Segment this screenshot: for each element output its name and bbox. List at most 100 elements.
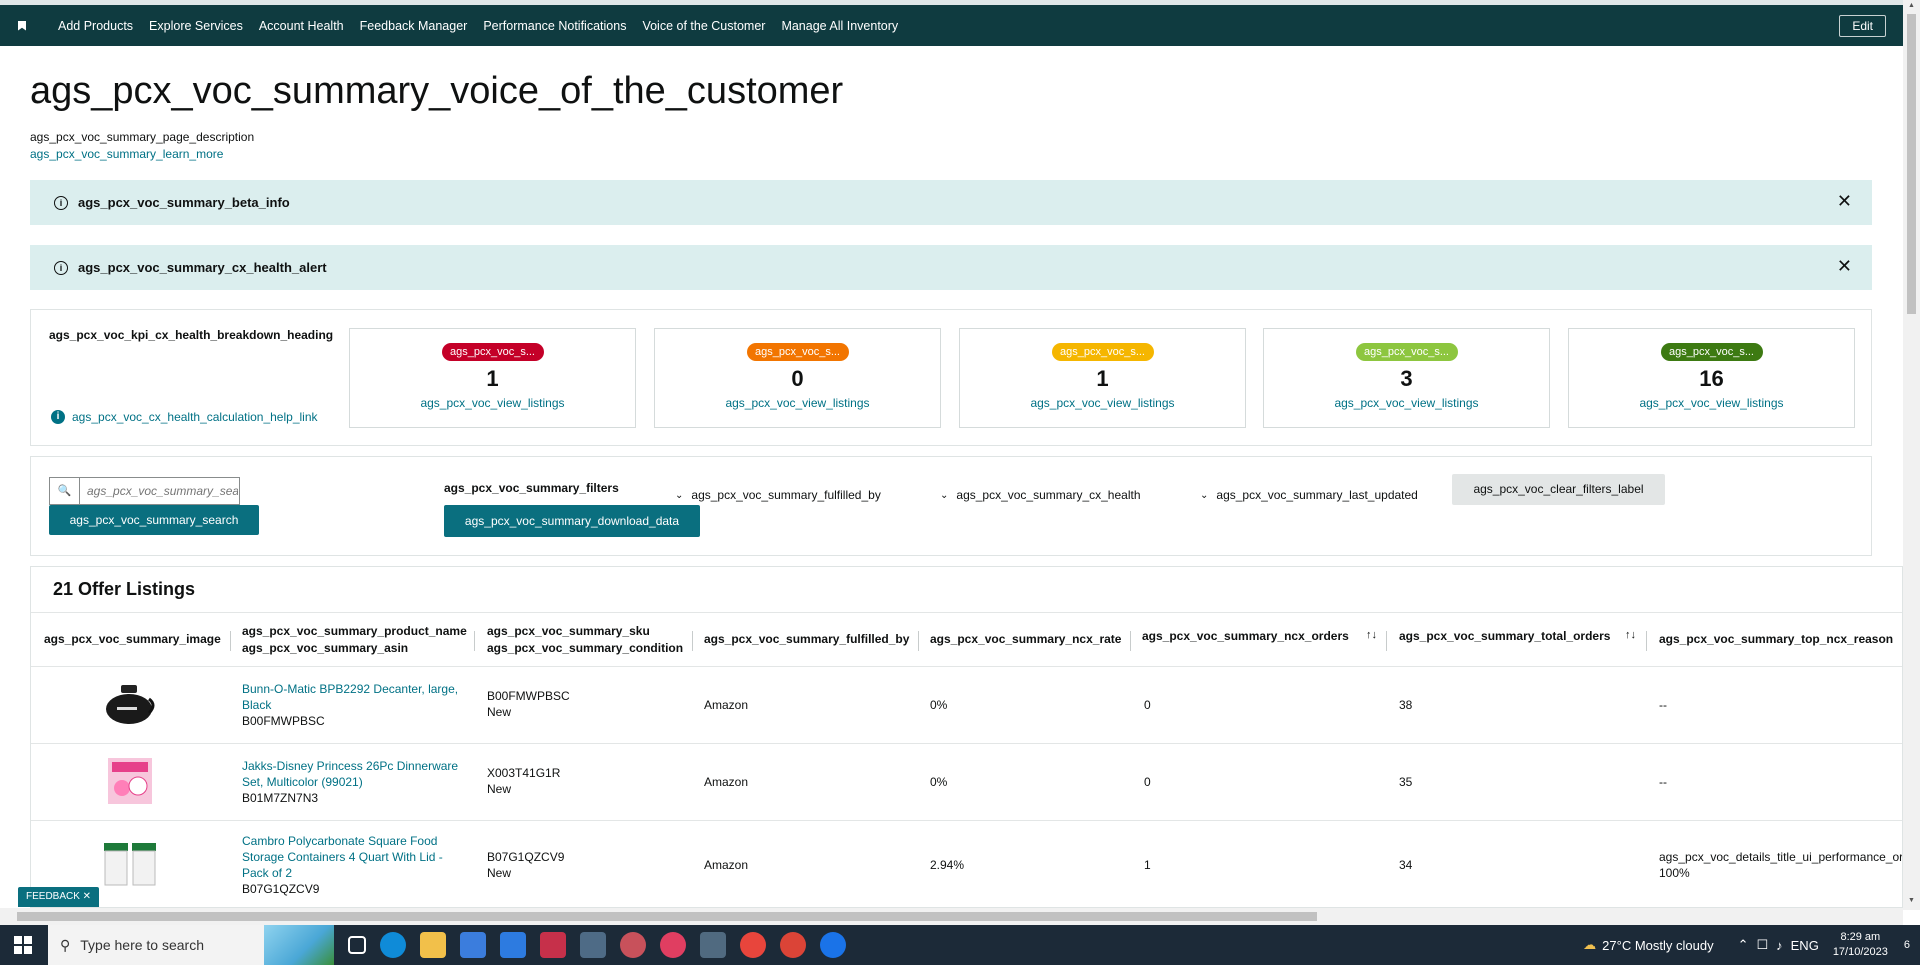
sort-icon[interactable]: ↑↓ — [1366, 629, 1377, 641]
view-listings-link[interactable]: ags_pcx_voc_view_listings — [1264, 396, 1549, 410]
filters-label: ags_pcx_voc_summary_filters — [444, 481, 619, 495]
header-ncx-orders[interactable]: ags_pcx_voc_summary_ncx_orders — [1142, 628, 1349, 645]
info-icon: i — [54, 195, 68, 210]
status-badge: ags_pcx_voc_s... — [441, 343, 544, 361]
header-fulfilled-by: ags_pcx_voc_summary_fulfilled_by — [704, 632, 910, 646]
top-reason-value: ags_pcx_voc_details_title_ui_performance… — [1659, 850, 1903, 864]
scroll-down-icon[interactable]: ▼ — [1908, 897, 1915, 904]
search-input[interactable] — [80, 478, 238, 504]
app-icon[interactable] — [540, 932, 566, 958]
chrome-icon[interactable] — [780, 932, 806, 958]
nav-add-products[interactable]: Add Products — [58, 19, 133, 33]
close-icon[interactable]: ✕ — [1837, 192, 1852, 210]
scroll-thumb[interactable] — [17, 912, 1317, 921]
nav-feedback-manager[interactable]: Feedback Manager — [360, 19, 468, 33]
condition-value: New — [487, 705, 512, 719]
clear-filters-button[interactable]: ags_pcx_voc_clear_filters_label — [1452, 474, 1665, 505]
horizontal-scrollbar[interactable] — [0, 908, 1903, 925]
network-icon[interactable]: ☐ — [1756, 937, 1768, 953]
learn-more-link[interactable]: ags_pcx_voc_summary_learn_more — [30, 147, 223, 161]
nav-manage-inventory[interactable]: Manage All Inventory — [781, 19, 898, 33]
header-ncx-rate: ags_pcx_voc_summary_ncx_rate — [930, 632, 1122, 646]
product-name-link[interactable]: Cambro Polycarbonate Square Food — [242, 833, 443, 849]
language-indicator[interactable]: ENG — [1791, 938, 1819, 953]
sort-icon[interactable]: ↑↓ — [1625, 629, 1636, 641]
header-total-orders[interactable]: ags_pcx_voc_summary_total_orders — [1399, 628, 1610, 645]
volume-icon[interactable]: ♪ — [1776, 938, 1783, 953]
header-sku: ags_pcx_voc_summary_sku ags_pcx_voc_summ… — [487, 623, 683, 657]
product-name-link-cont[interactable]: Black — [242, 697, 458, 713]
product-name-link[interactable]: Bunn-O-Matic BPB2292 Decanter, large, — [242, 681, 458, 697]
chrome-icon[interactable] — [740, 932, 766, 958]
mail-icon[interactable] — [500, 932, 526, 958]
product-image[interactable] — [101, 681, 157, 727]
bookmark-icon[interactable] — [18, 20, 26, 31]
asin-value: B07G1QZCV9 — [242, 882, 320, 896]
windows-start-icon[interactable] — [14, 936, 32, 954]
edge-browser-icon[interactable] — [380, 932, 406, 958]
top-navigation: Add Products Explore Services Account He… — [0, 0, 1903, 46]
view-listings-link[interactable]: ags_pcx_voc_view_listings — [960, 396, 1245, 410]
fulfilled-by-value: Amazon — [704, 698, 749, 712]
vertical-scrollbar[interactable]: ▲ ▼ — [1903, 0, 1920, 910]
tray-chevron-icon[interactable]: ⌃ — [1738, 937, 1749, 953]
total-orders-value: 34 — [1399, 858, 1413, 872]
store-icon[interactable] — [460, 932, 486, 958]
app-icon[interactable] — [660, 932, 686, 958]
calculator-icon[interactable] — [580, 932, 606, 958]
product-image[interactable] — [106, 756, 154, 806]
kpi-card: ags_pcx_voc_s... 1 ags_pcx_voc_view_list… — [959, 328, 1246, 428]
total-orders-value: 35 — [1399, 775, 1413, 789]
search-button[interactable]: ags_pcx_voc_summary_search — [49, 505, 259, 535]
feedback-tab[interactable]: FEEDBACK ✕ — [18, 887, 100, 907]
chevron-down-icon: ⌄ — [675, 489, 684, 501]
help-link[interactable]: ags_pcx_voc_cx_health_calculation_help_l… — [72, 410, 318, 424]
column-divider — [1130, 631, 1131, 651]
header-product-name-label: ags_pcx_voc_summary_product_name — [242, 624, 467, 638]
last-updated-filter[interactable]: ⌄ ags_pcx_voc_summary_last_updated — [1200, 488, 1418, 502]
cx-health-filter[interactable]: ⌄ ags_pcx_voc_summary_cx_health — [940, 488, 1141, 502]
top-reason-value: -- — [1659, 698, 1667, 712]
file-explorer-icon[interactable] — [420, 932, 446, 958]
kpi-card: ags_pcx_voc_s... 16 ags_pcx_voc_view_lis… — [1568, 328, 1855, 428]
close-icon[interactable]: ✕ — [1837, 257, 1852, 275]
nav-voice-of-customer[interactable]: Voice of the Customer — [642, 19, 765, 33]
header-sku-label: ags_pcx_voc_summary_sku — [487, 624, 650, 638]
table-row: Bunn-O-Matic BPB2292 Decanter, large, Bl… — [31, 666, 1902, 743]
notification-count[interactable]: 6 — [1904, 939, 1910, 951]
product-name-link-cont[interactable]: Pack of 2 — [242, 865, 443, 881]
view-listings-link[interactable]: ags_pcx_voc_view_listings — [350, 396, 635, 410]
app-icon[interactable] — [620, 932, 646, 958]
chrome-icon[interactable] — [820, 932, 846, 958]
edit-nav-button[interactable]: Edit — [1839, 15, 1886, 37]
top-reason-value: -- — [1659, 775, 1667, 789]
taskbar-search[interactable]: ⚲ Type here to search — [48, 925, 334, 965]
weather-text[interactable]: 27°C Mostly cloudy — [1602, 938, 1713, 953]
nav-account-health[interactable]: Account Health — [259, 19, 344, 33]
nav-performance-notifications[interactable]: Performance Notifications — [483, 19, 626, 33]
product-name-link-cont[interactable]: Set, Multicolor (99021) — [242, 774, 458, 790]
product-name-link-cont[interactable]: Storage Containers 4 Quart With Lid - — [242, 849, 443, 865]
download-data-button[interactable]: ags_pcx_voc_summary_download_data — [444, 505, 700, 537]
view-listings-link[interactable]: ags_pcx_voc_view_listings — [1569, 396, 1854, 410]
nav-explore-services[interactable]: Explore Services — [149, 19, 243, 33]
scroll-thumb[interactable] — [1907, 14, 1916, 314]
header-asin-label: ags_pcx_voc_summary_asin — [242, 641, 409, 655]
app-icon[interactable] — [700, 932, 726, 958]
status-badge: ags_pcx_voc_s... — [1660, 343, 1763, 361]
clock[interactable]: 8:29 am 17/10/2023 — [1833, 930, 1888, 960]
product-image[interactable] — [101, 841, 159, 887]
task-view-icon[interactable] — [348, 936, 366, 954]
fulfilled-by-filter[interactable]: ⌄ ags_pcx_voc_summary_fulfilled_by — [675, 488, 881, 502]
status-badge: ags_pcx_voc_s... — [746, 343, 849, 361]
filters-dropdown[interactable]: ags_pcx_voc_summary_filters — [444, 481, 619, 495]
search-icon: ⚲ — [60, 936, 71, 953]
health-calculation-help[interactable]: i ags_pcx_voc_cx_health_calculation_help… — [51, 410, 318, 424]
view-listings-link[interactable]: ags_pcx_voc_view_listings — [655, 396, 940, 410]
ncx-rate-value: 2.94% — [930, 858, 965, 872]
kpi-count: 16 — [1699, 366, 1724, 391]
product-name-link[interactable]: Jakks-Disney Princess 26Pc Dinnerware — [242, 758, 458, 774]
scroll-up-icon[interactable]: ▲ — [1908, 2, 1915, 9]
system-tray: ☁ 27°C Mostly cloudy ⌃ ☐ ♪ ENG 8:29 am 1… — [1583, 925, 1920, 965]
ncx-orders-value: 0 — [1144, 698, 1151, 712]
